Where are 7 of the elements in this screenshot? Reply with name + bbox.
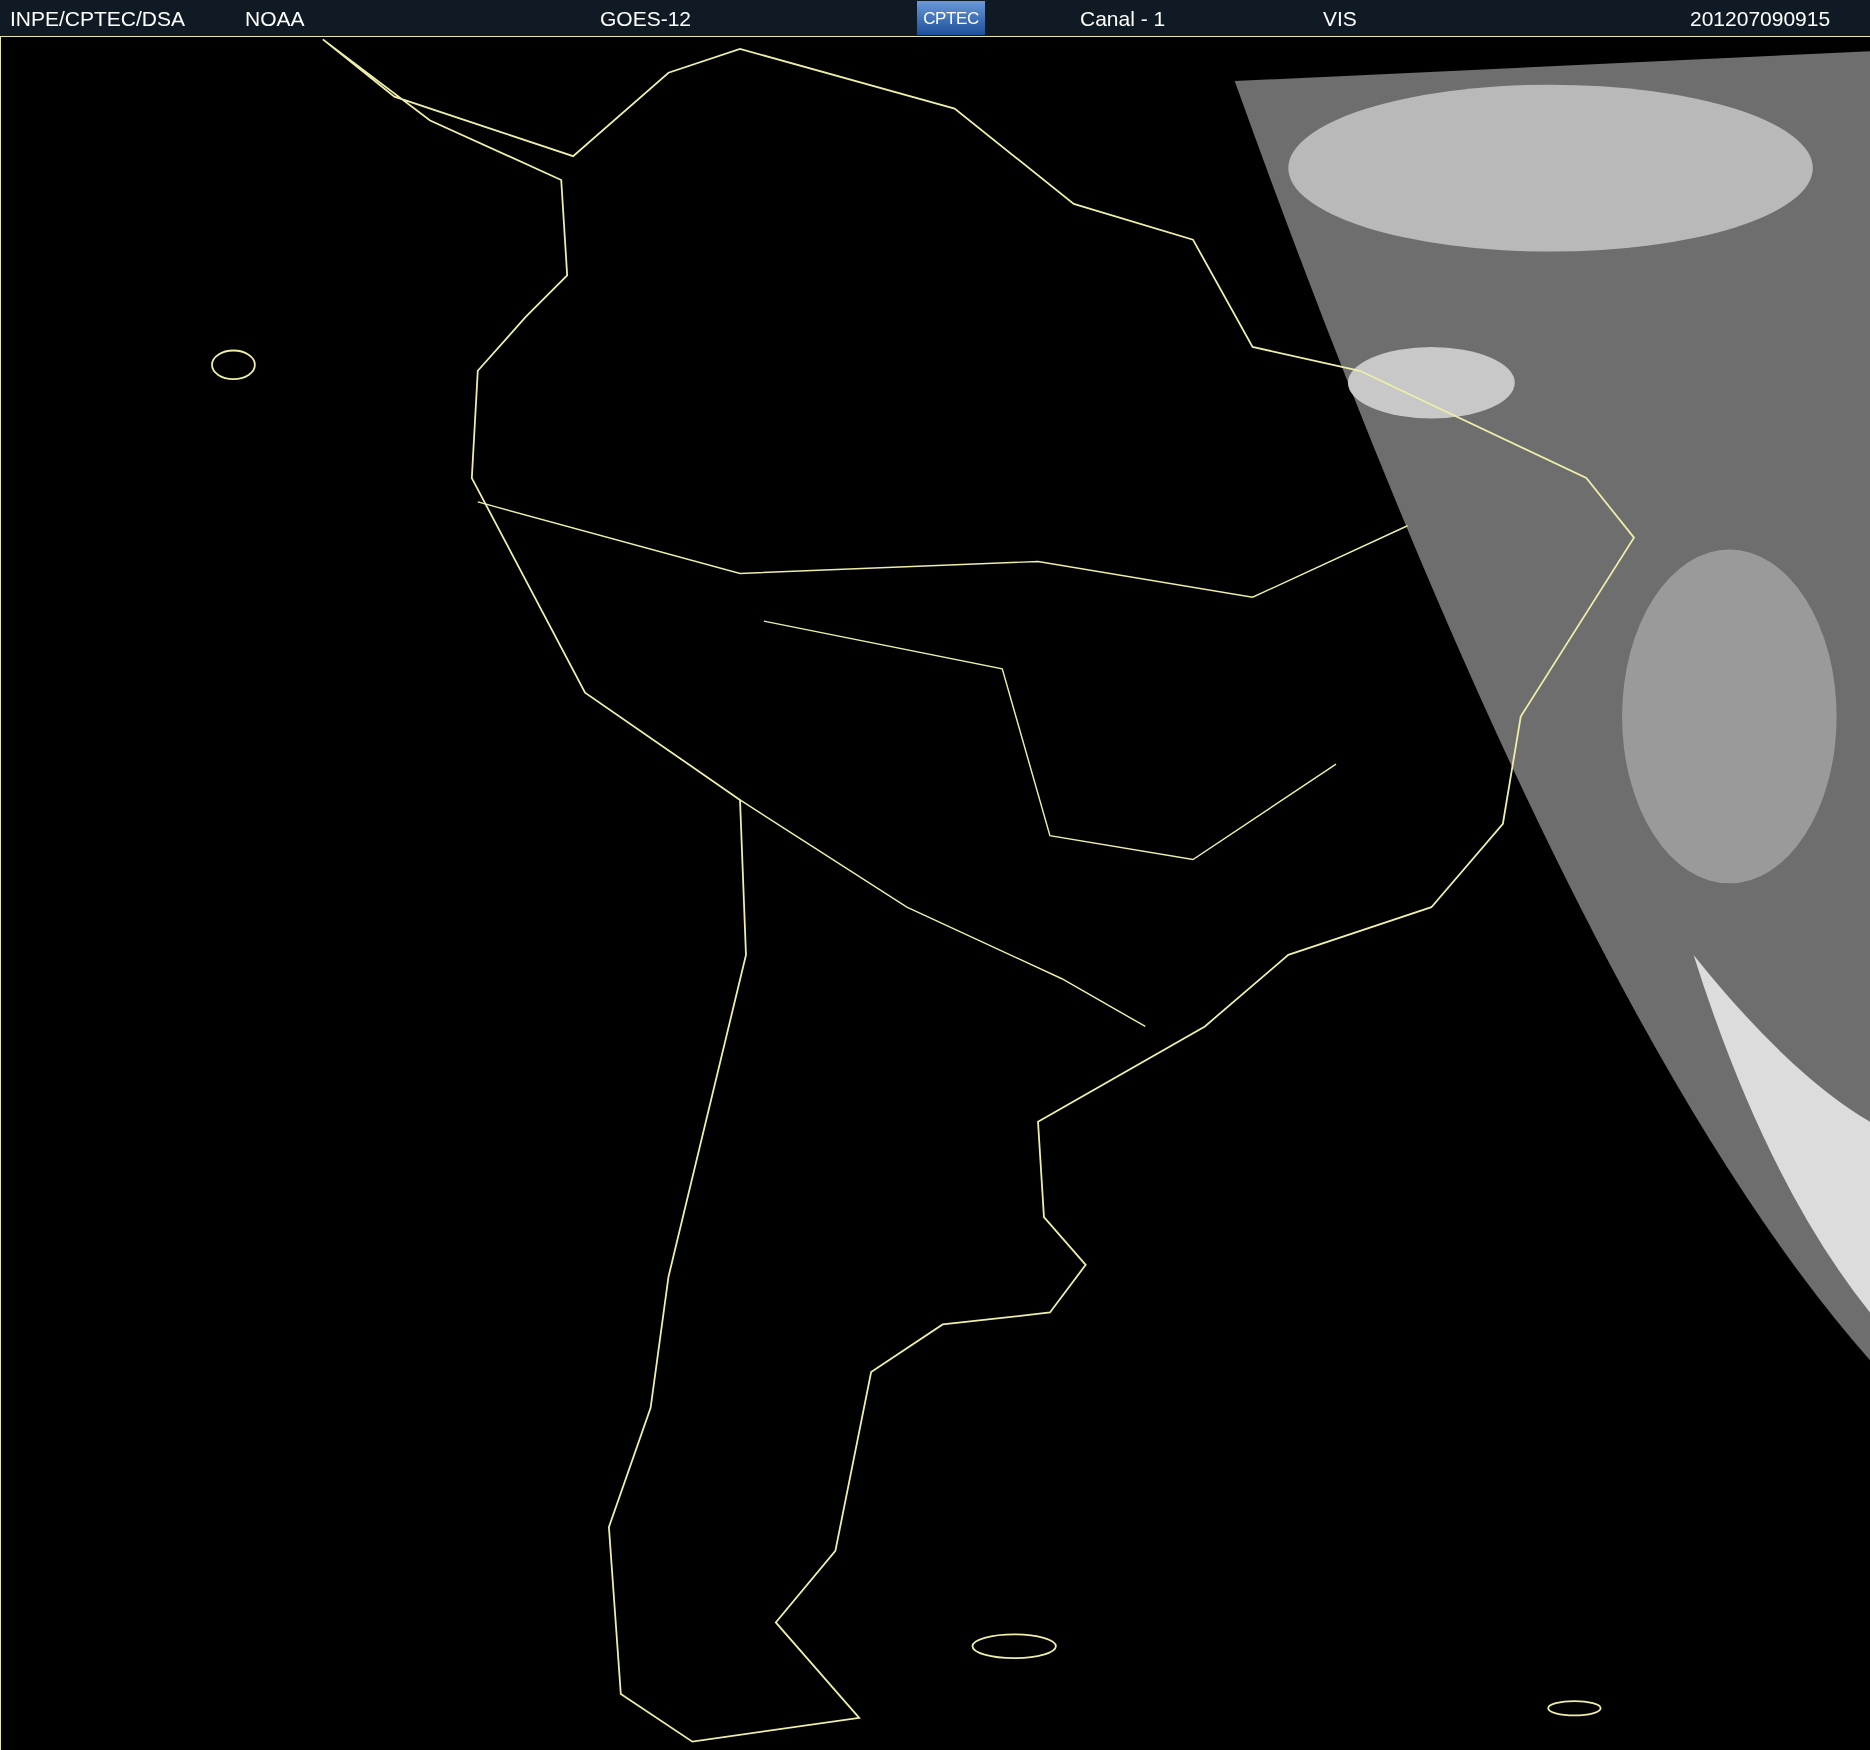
band-label: VIS [1323,7,1358,29]
source-label: INPE/CPTEC/DSA [10,7,187,29]
satellite-label: GOES-12 [600,7,693,29]
agency-label: NOAA [245,7,306,29]
channel-label: Canal - 1 [1080,7,1167,29]
timestamp-label: 201207090915 [1690,7,1831,29]
logo: CPTEC [917,1,985,35]
